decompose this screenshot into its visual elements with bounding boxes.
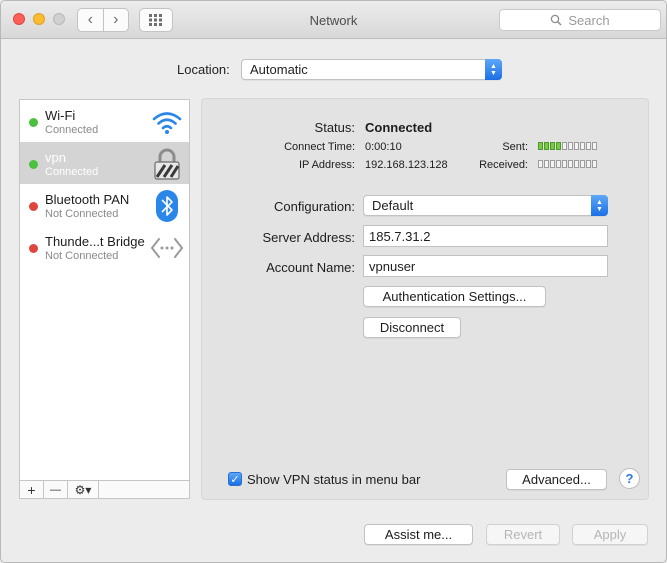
meter-segment [592, 160, 597, 168]
configuration-popup[interactable]: Default ▲ ▼ [363, 195, 608, 216]
connect-time-label: Connect Time: [284, 141, 355, 153]
account-name-label: Account Name: [266, 260, 355, 275]
sidebar-item-bluetooth-pan[interactable]: Bluetooth PAN Not Connected [20, 184, 189, 226]
server-address-label: Server Address: [262, 230, 356, 245]
sent-label: Sent: [502, 141, 528, 153]
sidebar-item-vpn[interactable]: vpn Connected [20, 142, 189, 184]
ip-address-value: 192.168.123.128 [365, 159, 448, 171]
meter-segment [556, 142, 561, 150]
server-address-field[interactable]: 185.7.31.2 [363, 225, 608, 247]
popup-arrows-icon: ▲ ▼ [591, 195, 608, 216]
add-service-button[interactable]: + [20, 481, 44, 498]
service-name: Wi-Fi [45, 108, 76, 123]
service-name: Thunde...t Bridge [45, 234, 145, 249]
remove-service-button[interactable]: — [44, 481, 68, 498]
location-value: Automatic [250, 62, 308, 77]
plus-icon: + [27, 481, 36, 498]
configuration-label: Configuration: [274, 199, 355, 214]
meter-segment [562, 142, 567, 150]
wifi-icon [150, 105, 184, 139]
sidebar-item-thunderbolt-bridge[interactable]: Thunde...t Bridge Not Connected [20, 226, 189, 268]
location-label: Location: [177, 62, 230, 77]
minus-icon: — [50, 483, 61, 496]
meter-segment [574, 160, 579, 168]
ip-address-label: IP Address: [298, 159, 355, 171]
meter-segment [586, 160, 591, 168]
meter-segment [580, 142, 585, 150]
popup-arrows-icon: ▲ ▼ [485, 59, 502, 80]
service-status: Not Connected [45, 208, 119, 220]
network-preferences-window: ‹ › Network Search Location: Automatic ▲… [0, 0, 667, 563]
assist-me-button[interactable]: Assist me... [364, 524, 473, 545]
account-name-field[interactable]: vpnuser [363, 255, 608, 277]
advanced-button[interactable]: Advanced... [506, 469, 607, 490]
meter-segment [592, 142, 597, 150]
status-label: Status: [314, 120, 355, 135]
server-address-value: 185.7.31.2 [369, 228, 431, 244]
question-mark-icon: ? [625, 471, 634, 486]
service-status: Connected [45, 166, 99, 178]
bluetooth-icon [150, 189, 184, 223]
authentication-settings-button[interactable]: Authentication Settings... [363, 286, 546, 307]
status-dot [29, 160, 38, 169]
status-dot [29, 244, 38, 253]
meter-segment [580, 160, 585, 168]
service-actions-button[interactable]: ⚙▾ [68, 481, 99, 498]
show-vpn-status-checkbox[interactable]: ✓ [228, 472, 242, 486]
meter-segment [562, 160, 567, 168]
status-dot [29, 202, 38, 211]
meter-segment [568, 142, 573, 150]
show-vpn-status-label: Show VPN status in menu bar [247, 472, 421, 487]
meter-segment [586, 142, 591, 150]
meter-segment [550, 142, 555, 150]
search-placeholder: Search [568, 12, 610, 28]
service-status: Connected [45, 124, 99, 136]
search-input[interactable]: Search [499, 9, 661, 31]
connect-time-value: 0:00:10 [365, 141, 402, 153]
configuration-value: Default [372, 198, 414, 213]
service-name: vpn [45, 150, 66, 165]
meter-segment [574, 142, 579, 150]
revert-button[interactable]: Revert [486, 524, 560, 545]
gear-icon: ⚙▾ [74, 482, 92, 497]
location-popup[interactable]: Automatic ▲ ▼ [241, 59, 502, 80]
apply-button[interactable]: Apply [572, 524, 648, 545]
meter-segment [544, 142, 549, 150]
received-label: Received: [479, 159, 528, 171]
status-value: Connected [365, 120, 433, 135]
disconnect-button[interactable]: Disconnect [363, 317, 461, 338]
account-name-value: vpnuser [369, 258, 416, 274]
help-button[interactable]: ? [619, 468, 640, 489]
service-list-toolbar: + — ⚙▾ [20, 480, 189, 498]
thunderbolt-bridge-icon [150, 231, 184, 265]
checkmark-icon: ✓ [230, 473, 240, 486]
meter-segment [568, 160, 573, 168]
title-bar: ‹ › Network Search [1, 1, 666, 39]
search-icon [550, 14, 562, 26]
status-dot [29, 118, 38, 127]
received-meter [538, 160, 597, 168]
lock-icon [150, 147, 184, 181]
sidebar-item-wifi[interactable]: Wi-Fi Connected [20, 100, 189, 142]
meter-segment [544, 160, 549, 168]
service-status: Not Connected [45, 250, 119, 262]
meter-segment [538, 160, 543, 168]
service-name: Bluetooth PAN [45, 192, 130, 207]
meter-segment [556, 160, 561, 168]
service-list: Wi-Fi Connected vpn Connected Bluetooth … [19, 99, 190, 499]
sent-meter [538, 142, 597, 150]
meter-segment [550, 160, 555, 168]
vpn-detail-panel: Status: Connected Connect Time: 0:00:10 … [201, 98, 649, 500]
meter-segment [538, 142, 543, 150]
